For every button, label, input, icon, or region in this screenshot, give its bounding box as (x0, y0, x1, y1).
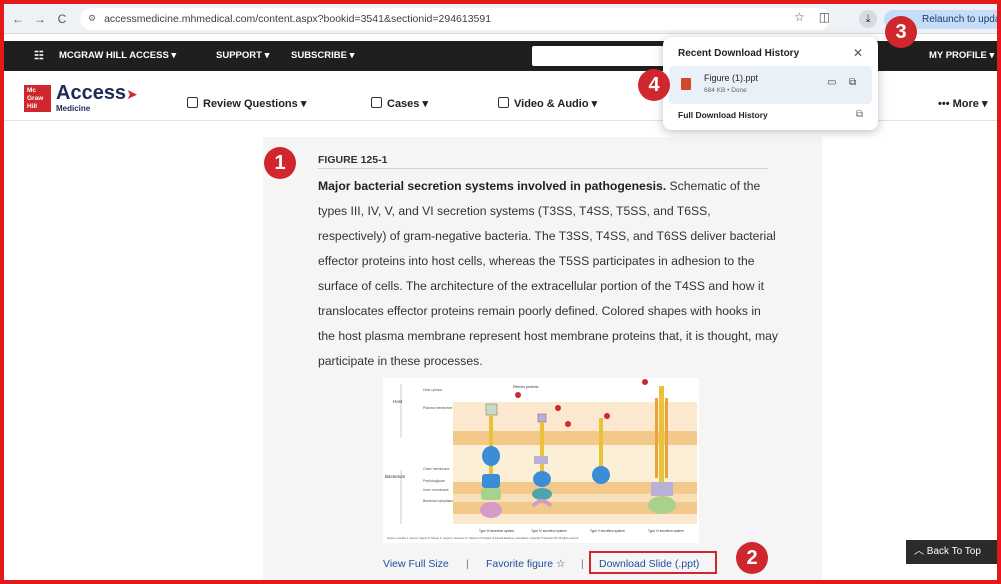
callout-2: 2 (736, 542, 768, 574)
address-bar[interactable]: ⚙ accessmedicine.mhmedical.com/content.a… (80, 7, 830, 30)
support-menu[interactable]: SUPPORT ▾ (216, 50, 269, 61)
diagram-type5-label: Type V secretion system (590, 529, 625, 533)
diagram-type4-label: Type IV secretion system (531, 529, 567, 533)
link-separator: | (581, 558, 584, 570)
diagram-host-cytosol-label: Host cytosol (423, 388, 442, 392)
open-external-icon[interactable]: ⧉ (856, 109, 863, 120)
diagram-type6-label: Type VI secretion system (648, 529, 684, 533)
back-to-top-button[interactable]: ︿ Back To Top (906, 540, 999, 564)
callout-4: 4 (638, 69, 670, 101)
apps-grid-icon[interactable]: ☷ (34, 49, 44, 62)
diagram-effector-label: Effector proteins (513, 385, 539, 389)
menu-video-label: Video & Audio (514, 98, 589, 110)
download-file-name: Figure (1).ppt (704, 73, 759, 83)
book-icon (187, 97, 198, 108)
diagram-outer-membrane-label: Outer membrane (423, 467, 450, 471)
play-icon (498, 97, 509, 108)
menu-review-questions[interactable]: Review Questions ▾ (187, 97, 306, 110)
callout-1: 1 (264, 147, 296, 179)
close-icon[interactable]: ✕ (853, 46, 863, 60)
diagram-host-label: Host (393, 399, 403, 404)
subscribe-menu-label: SUBSCRIBE (291, 50, 347, 61)
access-logo-text: Access (56, 82, 127, 104)
diagram-peptidoglycan-label: Peptidoglycan (423, 479, 445, 483)
briefcase-icon (371, 97, 382, 108)
extensions-icon[interactable]: ◫ (819, 10, 830, 24)
popup-title: Recent Download History (678, 48, 800, 59)
download-history-popup: Recent Download History ✕ Figure (1).ppt… (663, 37, 878, 130)
reload-icon[interactable]: C (54, 12, 70, 26)
menu-cases[interactable]: Cases ▾ (371, 97, 428, 110)
caption-body: Schematic of the types III, IV, V, and V… (318, 179, 778, 368)
chevron-up-icon: ︿ (914, 546, 924, 557)
bookmark-star-icon[interactable]: ☆ (794, 10, 805, 24)
menu-video-audio[interactable]: Video & Audio ▾ (498, 97, 597, 110)
link-separator: | (466, 558, 469, 570)
logo-arrow-icon: ➤ (126, 86, 138, 102)
menu-more[interactable]: ••• More ▾ (938, 97, 987, 110)
download-slide-highlight (589, 551, 717, 574)
support-menu-label: SUPPORT (216, 50, 262, 61)
open-external-icon[interactable]: ⧉ (849, 77, 856, 88)
full-download-history-link[interactable]: Full Download History (678, 110, 768, 120)
medicine-logo-text: Medicine (56, 104, 91, 113)
figure-label: FIGURE 125-1 (318, 154, 388, 166)
caption-title: Major bacterial secretion systems involv… (318, 179, 667, 193)
menu-cases-label: Cases (387, 98, 420, 110)
diagram-bacterium-label: Bacterium (385, 474, 406, 479)
back-to-top-label: Back To Top (926, 546, 981, 557)
my-profile-menu[interactable]: MY PROFILE ▾ (929, 50, 994, 61)
figure-image[interactable]: Host Bacterium Host cytosol Plasma membr… (383, 378, 699, 543)
diagram-type3-label: Type III secretion system (479, 529, 515, 533)
figure-actions: View Full Size | Favorite figure ☆ | Dow… (0, 555, 1001, 575)
menu-review-label: Review Questions (203, 98, 298, 110)
url-text: accessmedicine.mhmedical.com/content.asp… (104, 12, 492, 25)
back-arrow-icon[interactable]: ← (10, 12, 26, 26)
my-profile-label: MY PROFILE (929, 50, 987, 61)
brand-menu[interactable]: MCGRAW HILL ACCESS ▾ (59, 50, 176, 61)
diagram-source-label: Source: Loscalzo J, Fauci A, Kasper D, H… (387, 537, 579, 540)
brand-menu-label: MCGRAW HILL ACCESS (59, 50, 169, 61)
forward-arrow-icon[interactable]: → (32, 12, 48, 26)
search-input[interactable] (532, 46, 672, 66)
show-in-folder-icon[interactable]: ▭ (827, 77, 836, 88)
ppt-file-icon (681, 78, 691, 90)
callout-3: 3 (885, 16, 917, 48)
figure-divider (318, 168, 768, 169)
browser-toolbar: ← → C ⚙ accessmedicine.mhmedical.com/con… (4, 4, 1001, 34)
figure-caption: Major bacterial secretion systems involv… (318, 174, 780, 374)
mcgraw-hill-logo[interactable]: Mc Graw Hill (24, 85, 51, 112)
subscribe-menu[interactable]: SUBSCRIBE ▾ (291, 50, 354, 61)
downloads-icon[interactable]: ⤓ (859, 10, 877, 28)
diagram-inner-membrane-label: Inner membrane (423, 488, 449, 492)
view-full-size-link[interactable]: View Full Size (383, 558, 449, 570)
diagram-bacterial-cytoplasm-label: Bacterial cytoplasm (423, 499, 453, 503)
diagram-plasma-membrane-label: Plasma membrane (423, 406, 452, 410)
site-info-icon[interactable]: ⚙ (88, 13, 96, 24)
download-file-status: 684 KB • Done (704, 87, 747, 94)
favorite-figure-link[interactable]: Favorite figure ☆ (486, 558, 565, 570)
download-item[interactable]: Figure (1).ppt 684 KB • Done ▭ ⧉ (669, 66, 872, 104)
menu-more-label: More (952, 98, 979, 110)
